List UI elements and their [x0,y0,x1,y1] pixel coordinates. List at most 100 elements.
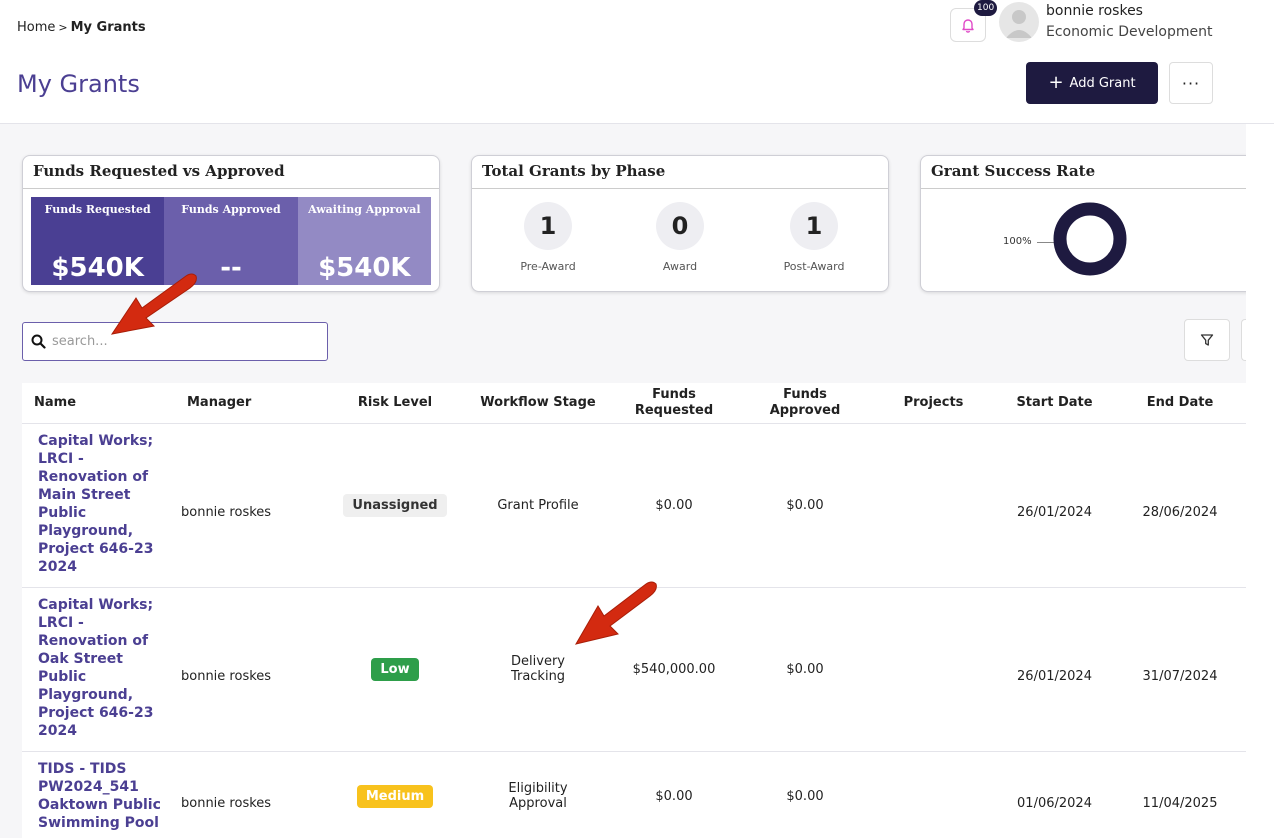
table-row: Capital Works; LRCI - Renovation of Oak … [22,587,1246,752]
manager-cell: bonnie roskes [175,423,324,588]
stage-line: Eligibility [508,781,568,796]
header-line: Funds [783,386,827,402]
search-input[interactable] [52,334,312,349]
funds-approved-label: Funds Approved [181,203,281,216]
grants-table: Name Manager Risk Level Workflow Stage F… [22,383,1246,838]
table-row: TIDS - TIDS PW2024_541 Oaktown Public Sw… [22,751,1246,838]
manager-name: bonnie roskes [181,668,272,684]
bell-icon [962,19,974,33]
column-header-end-date[interactable]: End Date [1114,383,1246,424]
filter-button[interactable] [1184,319,1230,361]
column-header-funds-approved[interactable]: Funds Approved [738,383,872,424]
main-content: Funds Requested vs Approved Funds Reques… [0,124,1246,838]
funds-requested-cell: $0.00 [610,423,738,588]
end-date-cell: 28/06/2024 [1114,423,1246,588]
funds-requested-value: $540K [51,253,144,283]
risk-badge: Medium [356,784,434,808]
phase-count: 1 [790,202,838,250]
stage-line: Grant Profile [497,497,579,513]
end-date-cell: 11/04/2025 [1114,751,1246,838]
column-settings-button[interactable] [1241,319,1246,361]
column-header-name[interactable]: Name [22,383,175,424]
success-rate-card: Grant Success Rate 100% [920,155,1246,292]
grant-name-cell: Capital Works; LRCI - Renovation of Oak … [22,587,175,752]
column-header-manager[interactable]: Manager [175,383,324,424]
phase-label: Post-Award [783,260,845,273]
column-header-stage[interactable]: Workflow Stage [466,383,610,424]
header-line: Approved [769,402,841,418]
phase-pre-award: 1 Pre-Award [498,202,598,273]
plus-icon: + [1048,72,1064,93]
avatar[interactable] [999,2,1039,42]
stage-cell: Grant Profile [466,423,610,588]
ellipsis-icon: ··· [1181,73,1201,93]
end-date: 11/04/2025 [1142,795,1218,811]
funds-approved-tile: Funds Approved -- [164,197,298,285]
start-date-cell: 01/06/2024 [995,751,1114,838]
phase-award: 0 Award [630,202,730,273]
grant-name-cell: TIDS - TIDS PW2024_541 Oaktown Public Sw… [22,751,175,838]
search-box[interactable] [22,322,328,361]
column-header-start-date[interactable]: Start Date [995,383,1114,424]
grant-name-link[interactable]: Capital Works; LRCI - Renovation of Oak … [38,596,163,740]
funds-card-title: Funds Requested vs Approved [23,156,439,189]
manager-cell: bonnie roskes [175,751,324,838]
manager-cell: bonnie roskes [175,587,324,752]
breadcrumb-separator: > [58,21,68,34]
risk-badge: Low [371,657,419,681]
column-header-projects[interactable]: Projects [872,383,995,424]
add-grant-button[interactable]: + Add Grant [1026,62,1158,104]
funds-approved-value: -- [220,253,242,283]
stage-cell: Eligibility Approval [466,751,610,838]
stage-line: Approval [509,796,567,811]
success-rate-donut [1053,202,1127,276]
grant-name-link[interactable]: Capital Works; LRCI - Renovation of Main… [38,432,163,576]
grants-table-container: Name Manager Risk Level Workflow Stage F… [22,383,1246,838]
funds-requested-label: Funds Requested [44,203,151,216]
end-date-cell: 31/07/2024 [1114,587,1246,752]
breadcrumb: Home > My Grants [17,20,146,35]
column-header-funds-requested[interactable]: Funds Requested [610,383,738,424]
phase-count: 1 [524,202,572,250]
page-header: Home > My Grants My Grants 100 bonnie rosk… [0,0,1274,124]
phase-count: 0 [656,202,704,250]
more-options-button[interactable]: ··· [1169,62,1213,104]
breadcrumb-home[interactable]: Home [17,20,55,35]
start-date: 26/01/2024 [1017,668,1092,684]
projects-cell [872,587,995,752]
risk-badge: Unassigned [343,493,447,517]
end-date: 28/06/2024 [1142,504,1218,520]
stage-line: Tracking [510,669,566,684]
add-grant-label: Add Grant [1069,75,1136,91]
page-title: My Grants [17,70,140,98]
risk-cell: Unassigned [324,423,466,588]
search-icon [31,334,46,349]
awaiting-approval-tile: Awaiting Approval $540K [297,197,431,285]
funds-approved-cell: $0.00 [738,751,872,838]
manager-name: bonnie roskes [181,795,272,811]
column-header-risk[interactable]: Risk Level [324,383,466,424]
success-rate-label: 100% [1003,236,1032,247]
breadcrumb-current: My Grants [70,20,146,35]
grant-name-link[interactable]: TIDS - TIDS PW2024_541 Oaktown Public Sw… [38,760,163,832]
table-row: Capital Works; LRCI - Renovation of Main… [22,423,1246,588]
funds-approved-cell: $0.00 [738,423,872,588]
filter-icon [1200,334,1214,346]
phase-label: Award [662,260,698,273]
funds-requested-cell: $540,000.00 [610,587,738,752]
awaiting-approval-label: Awaiting Approval [308,203,421,216]
phase-post-award: 1 Post-Award [764,202,864,273]
user-department: Economic Development [1046,24,1213,40]
funds-card: Funds Requested vs Approved Funds Reques… [22,155,440,292]
awaiting-approval-value: $540K [318,253,411,283]
start-date: 01/06/2024 [1017,795,1092,811]
success-rate-ring [1053,202,1127,276]
risk-cell: Low [324,587,466,752]
manager-name: bonnie roskes [181,504,272,520]
projects-cell [872,423,995,588]
phase-card: Total Grants by Phase 1 Pre-Award 0 Awar… [471,155,889,292]
table-header-row: Name Manager Risk Level Workflow Stage F… [22,383,1246,424]
start-date-cell: 26/01/2024 [995,587,1114,752]
phase-label: Pre-Award [520,260,576,273]
user-name: bonnie roskes [1046,3,1143,19]
